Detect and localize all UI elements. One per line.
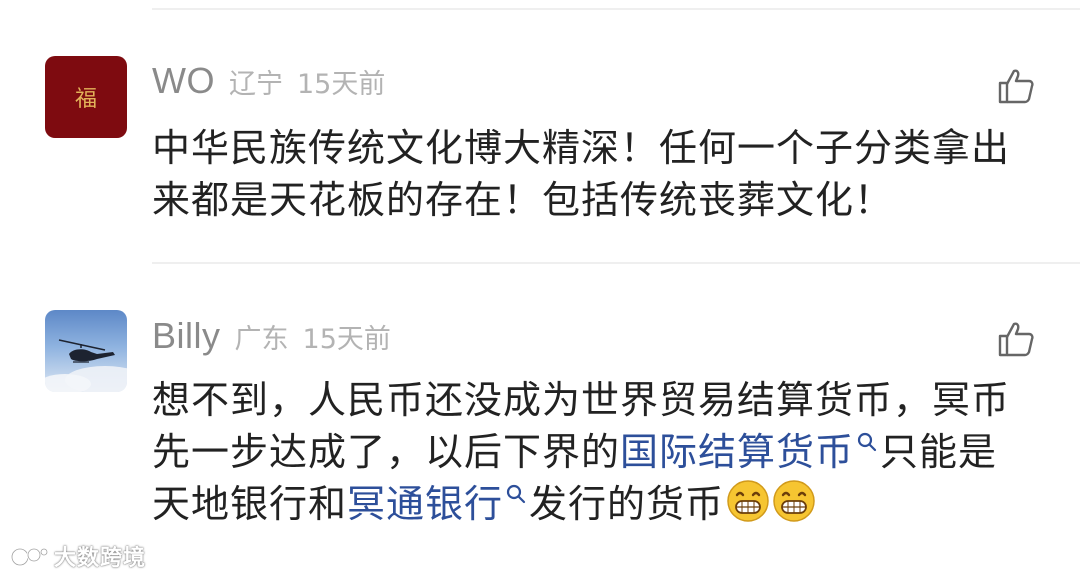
watermark-text: 大数跨境	[54, 546, 147, 571]
timestamp: 15天前	[302, 324, 391, 355]
comment-text-line: 想不到，人民币还没成为世界贸易结算货币，冥币	[152, 378, 1011, 422]
comment-text: 中华民族传统文化博大精深！任何一个子分类拿出 来都是天花板的存在！包括传统丧葬文…	[152, 122, 1052, 226]
location: 广东	[234, 324, 289, 355]
thumbs-up-icon[interactable]	[996, 319, 1036, 359]
thumbs-up-icon[interactable]	[996, 66, 1036, 106]
text-segment: 只能是	[880, 430, 998, 474]
comment-meta: Billy 广东 15天前	[152, 315, 391, 357]
top-divider	[152, 8, 1080, 10]
grin-emoji-icon	[727, 480, 769, 522]
text-segment: 先一步达成了，以后下界的	[152, 430, 621, 474]
helicopter-avatar-image	[45, 339, 127, 392]
watermark: 大数跨境	[8, 540, 146, 572]
avatar-fu-character: 福	[74, 87, 97, 112]
comment-text-line: 中华民族传统文化博大精深！任何一个子分类拿出	[152, 126, 1011, 170]
comment-list: 福 WO 辽宁 15天前 中华民族传统文化博大精深！任何一个子分类拿出 来都是天…	[0, 0, 1080, 575]
username[interactable]: WO	[152, 60, 215, 102]
search-link-international-settlement[interactable]: 国际结算货币	[620, 430, 854, 474]
comment-text-line: 先一步达成了，以后下界的国际结算货币 只能是	[152, 426, 1052, 478]
grin-emoji-icon	[773, 480, 815, 522]
weibo-logo-icon	[10, 547, 48, 567]
search-link-mingtong-bank[interactable]: 冥通银行	[347, 482, 503, 526]
comment-text: 想不到，人民币还没成为世界贸易结算货币，冥币 先一步达成了，以后下界的国际结算货…	[152, 374, 1052, 530]
timestamp: 15天前	[296, 69, 386, 100]
search-icon[interactable]	[505, 483, 527, 505]
avatar[interactable]	[45, 310, 127, 392]
location: 辽宁	[228, 69, 283, 100]
search-icon[interactable]	[856, 431, 878, 453]
text-segment: 天地银行和	[152, 482, 348, 526]
comment-meta: WO 辽宁 15天前	[152, 60, 385, 102]
avatar[interactable]: 福	[45, 56, 127, 138]
comment-text-line: 天地银行和冥通银行 发行的货币	[152, 478, 1052, 530]
comment-divider	[152, 262, 1080, 264]
text-segment: 发行的货币	[529, 482, 725, 526]
username[interactable]: Billy	[152, 315, 221, 357]
comment-text-line: 来都是天花板的存在！包括传统丧葬文化！	[152, 178, 894, 222]
